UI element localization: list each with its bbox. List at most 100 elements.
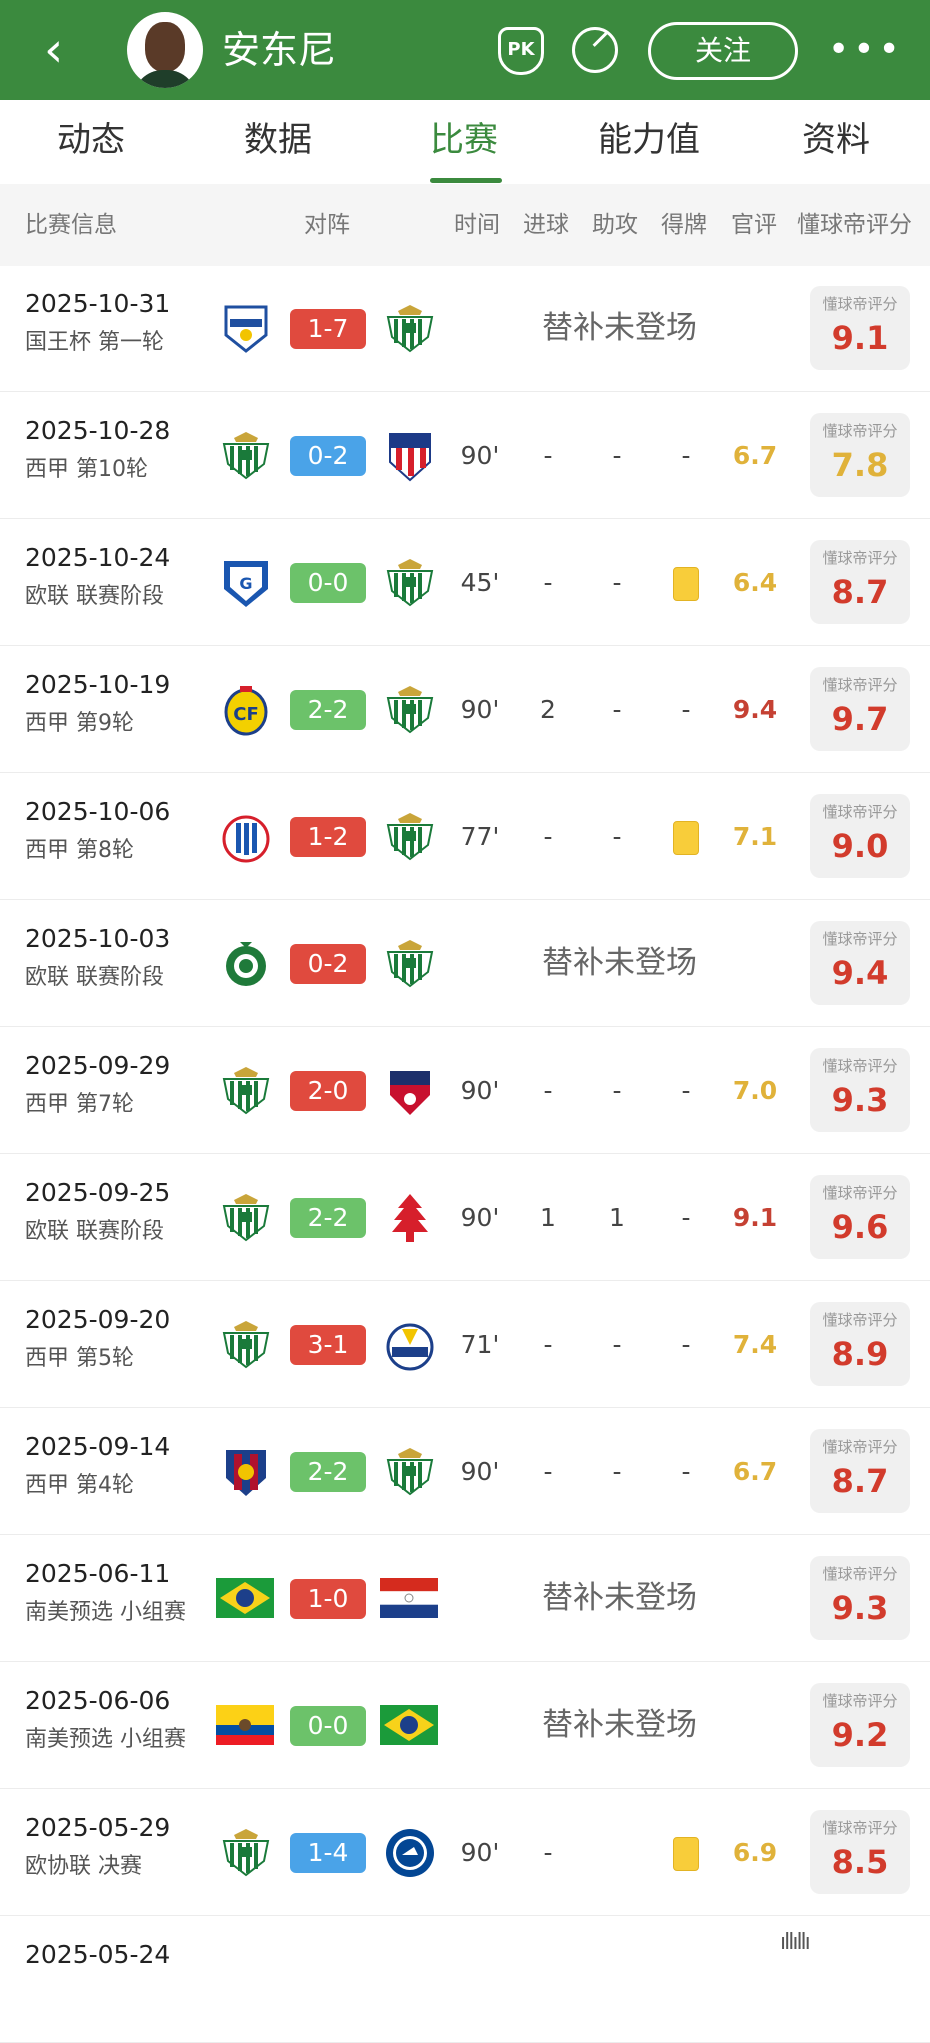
avatar-shirt (133, 70, 197, 88)
dqd-rating-box[interactable]: 懂球帝评分 8.7 (810, 1429, 910, 1513)
col-matchup: 对阵 (304, 212, 350, 238)
forest-crest-icon[interactable] (382, 1190, 438, 1246)
col-cards: 得牌 (661, 212, 707, 238)
ecuador-flag-icon[interactable] (216, 1705, 274, 1745)
villarreal-crest-icon[interactable]: CF (218, 682, 274, 738)
match-row[interactable]: 2025-09-29 西甲 第7轮 2-0 90' - - - 7.0 懂球帝评分 9.3 (0, 1028, 930, 1154)
match-row[interactable]: 2025-10-28 西甲 第10轮 0-2 90' - - - 6.7 懂球帝评分 7.8 (0, 393, 930, 519)
constancia-crest-icon[interactable] (218, 301, 274, 357)
betis-crest-icon[interactable] (382, 809, 438, 865)
match-date: 2025-06-11 (25, 1559, 171, 1588)
betis-crest-icon[interactable] (218, 428, 274, 484)
match-row[interactable]: 2025-05-29 欧协联 决赛 1-4 90' - 6.9 懂球帝评分 8.5 (0, 1790, 930, 1916)
sociedad-crest-icon[interactable] (382, 1317, 438, 1373)
levante-crest-icon[interactable] (218, 1444, 274, 1500)
score-badge[interactable]: 0-2 (290, 944, 366, 984)
score-badge[interactable]: 1-0 (290, 1579, 366, 1619)
back-arrow-icon[interactable]: ‹ (44, 26, 84, 74)
tab-activity[interactable]: 动态 (57, 118, 125, 162)
match-row[interactable]: 2025-09-20 西甲 第5轮 3-1 71' - - - 7.4 懂球帝评分 8.9 (0, 1282, 930, 1408)
dqd-rating-box[interactable]: 懂球帝评分 9.4 (810, 921, 910, 1005)
betis-crest-icon[interactable] (218, 1317, 274, 1373)
goals-value: - (543, 1457, 553, 1486)
dqd-rating-box[interactable]: 懂球帝评分 8.5 (810, 1810, 910, 1894)
more-options-icon[interactable]: ••• (828, 26, 904, 74)
osasuna-crest-icon[interactable] (382, 1063, 438, 1119)
dqd-rating-box[interactable]: 懂球帝评分 9.6 (810, 1175, 910, 1259)
share-icon[interactable] (572, 27, 618, 73)
dqd-rating-value: 9.1 (831, 319, 889, 357)
dqd-rating-box[interactable]: 懂球帝评分 8.9 (810, 1302, 910, 1386)
dqd-rating-box[interactable]: 懂球帝评分 9.3 (810, 1048, 910, 1132)
match-competition: 南美预选 小组赛 (25, 1727, 186, 1752)
match-row[interactable]: 2025-10-24 欧联 联赛阶段 G 0-0 45' - - 6.4 懂球帝评分 8.7 (0, 520, 930, 646)
dqd-rating-box[interactable]: 懂球帝评分 7.8 (810, 413, 910, 497)
assists-value: - (612, 695, 622, 724)
match-row[interactable]: 2025-10-31 国王杯 第一轮 1-7 替补未登场 懂球帝评分 9.1 (0, 266, 930, 392)
dqd-rating-label: 懂球帝评分 (822, 295, 898, 313)
betis-crest-icon[interactable] (382, 1444, 438, 1500)
match-row[interactable]: 2025-09-14 西甲 第4轮 2-2 90' - - - 6.7 懂球帝评分 8.7 (0, 1409, 930, 1535)
score-badge[interactable]: 2-2 (290, 690, 366, 730)
match-row[interactable]: 2025-10-06 西甲 第8轮 1-2 77' - - 7.1 懂球帝评分 9.0 (0, 774, 930, 900)
dqd-rating-value: 9.3 (831, 1081, 889, 1119)
goals-value: - (543, 1330, 553, 1359)
betis-crest-icon[interactable] (382, 936, 438, 992)
dqd-rating-box[interactable]: 懂球帝评分 9.1 (810, 286, 910, 370)
match-row[interactable]: 2025-10-19 西甲 第9轮 CF 2-2 90' 2 - - 9.4 懂球帝评分 9.7 (0, 647, 930, 773)
player-avatar[interactable] (127, 12, 203, 88)
dqd-rating-box[interactable]: 懂球帝评分 9.2 (810, 1683, 910, 1767)
score-badge[interactable]: 1-4 (290, 1833, 366, 1873)
betis-crest-icon[interactable] (382, 301, 438, 357)
assists-value: - (612, 822, 622, 851)
did-not-play-label: 替补未登场 (542, 1580, 697, 1616)
score-badge[interactable]: 1-2 (290, 817, 366, 857)
betis-crest-icon[interactable] (218, 1190, 274, 1246)
score-badge[interactable]: 3-1 (290, 1325, 366, 1365)
dqd-rating-box[interactable]: 懂球帝评分 9.0 (810, 794, 910, 878)
col-info: 比赛信息 (25, 212, 117, 238)
score-badge[interactable]: 0-0 (290, 1706, 366, 1746)
match-row[interactable]: 2025-06-11 南美预选 小组赛 1-0 替补未登场 懂球帝评分 9.3 (0, 1536, 930, 1662)
match-row[interactable]: 2025-09-25 欧联 联赛阶段 2-2 90' 1 1 - 9.1 懂球帝评分 9.6 (0, 1155, 930, 1281)
tab-profile[interactable]: 资料 (802, 118, 870, 162)
score-badge[interactable]: 0-2 (290, 436, 366, 476)
match-competition: 南美预选 小组赛 (25, 1600, 186, 1625)
dqd-rating-value: 8.7 (831, 573, 889, 611)
match-row[interactable]: 2025-10-03 欧联 联赛阶段 0-2 替补未登场 懂球帝评分 9.4 (0, 901, 930, 1027)
betis-crest-icon[interactable] (218, 1825, 274, 1881)
tab-stats[interactable]: 数据 (244, 118, 312, 162)
tab-bar: 动态 数据 比赛 能力值 资料 (0, 100, 930, 184)
follow-button[interactable]: 关注 (648, 22, 798, 80)
dqd-rating-box[interactable]: 懂球帝评分 9.7 (810, 667, 910, 751)
match-date: 2025-09-25 (25, 1178, 171, 1207)
pk-icon[interactable]: PK (498, 27, 544, 75)
match-date: 2025-10-31 (25, 289, 171, 318)
match-competition: 西甲 第7轮 (25, 1092, 134, 1117)
betis-crest-icon[interactable] (218, 1063, 274, 1119)
tab-ability[interactable]: 能力值 (598, 118, 700, 162)
chelsea-crest-icon[interactable] (382, 1825, 438, 1881)
match-row[interactable]: 2025-06-06 南美预选 小组赛 0-0 替补未登场 懂球帝评分 9.2 (0, 1663, 930, 1789)
match-date: 2025-10-19 (25, 670, 171, 699)
score-badge[interactable]: 0-0 (290, 563, 366, 603)
score-badge[interactable]: 2-2 (290, 1198, 366, 1238)
dqd-rating-box[interactable]: 懂球帝评分 8.7 (810, 540, 910, 624)
dqd-rating-box[interactable]: 懂球帝评分 9.3 (810, 1556, 910, 1640)
brazil-flag-icon[interactable] (216, 1578, 274, 1618)
espanyol-crest-icon[interactable] (218, 809, 274, 865)
betis-crest-icon[interactable] (382, 682, 438, 738)
match-date: 2025-10-03 (25, 924, 171, 953)
atletico-crest-icon[interactable] (382, 428, 438, 484)
genk-crest-icon[interactable]: G (218, 555, 274, 611)
score-badge[interactable]: 2-2 (290, 1452, 366, 1492)
paraguay-flag-icon[interactable] (380, 1578, 438, 1618)
minutes-played: 71' (460, 1330, 500, 1359)
tab-matches[interactable]: 比赛 (430, 118, 498, 162)
score-badge[interactable]: 2-0 (290, 1071, 366, 1111)
score-badge[interactable]: 1-7 (290, 309, 366, 349)
brazil-flag-icon[interactable] (380, 1705, 438, 1745)
assists-value: 1 (609, 1203, 625, 1232)
betis-crest-icon[interactable] (382, 555, 438, 611)
ludogorets-crest-icon[interactable] (218, 936, 274, 992)
